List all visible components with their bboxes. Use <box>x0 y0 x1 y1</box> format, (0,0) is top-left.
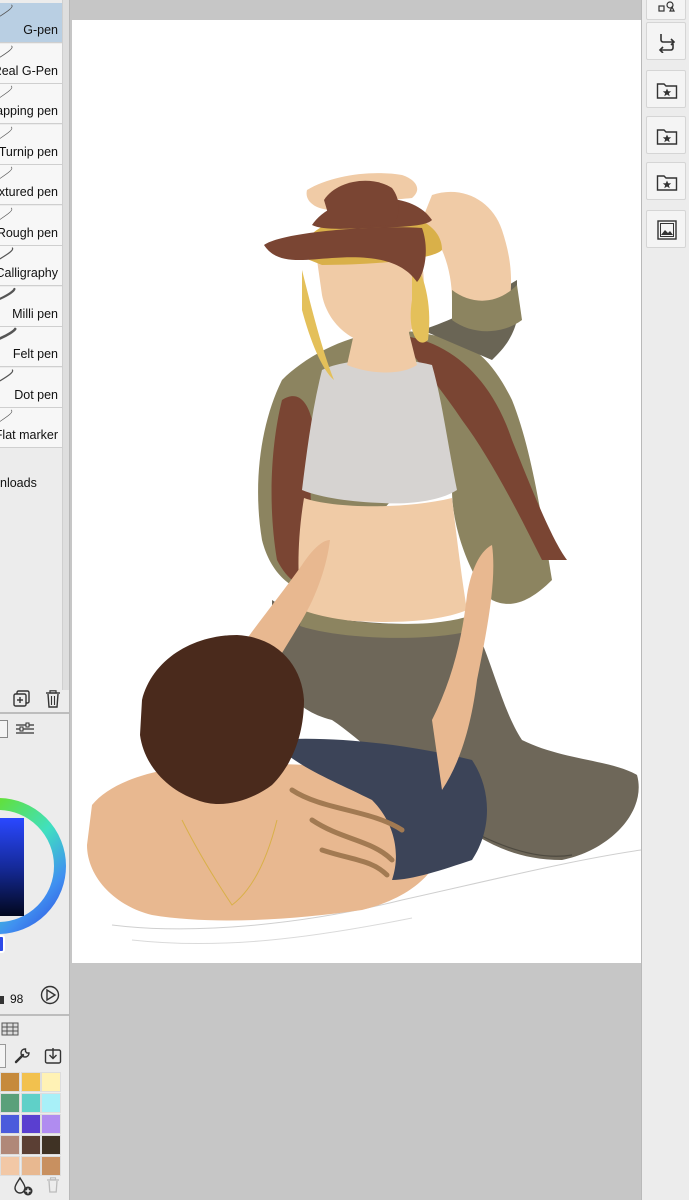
brush-item-label: Rough pen <box>0 225 58 240</box>
brush-item-label: Calligraphy <box>0 266 58 280</box>
brush-item[interactable]: G-pen <box>0 3 62 43</box>
brush-stroke-preview <box>0 247 14 260</box>
star-folder-icon <box>656 83 678 99</box>
brush-item[interactable]: apping pen <box>0 84 62 124</box>
brush-item-label: xtured pen <box>0 185 58 199</box>
drawing-canvas[interactable] <box>72 20 641 963</box>
color-swatch[interactable] <box>41 1093 61 1113</box>
brush-item[interactable]: xtured pen <box>0 165 62 205</box>
color-wheel[interactable] <box>0 778 68 954</box>
color-swatch[interactable] <box>0 1156 20 1176</box>
color-mode-icon[interactable] <box>40 985 60 1005</box>
artwork-illustration <box>87 173 641 945</box>
brush-item-label: Felt pen <box>12 347 58 361</box>
shapes-icon <box>658 1 675 12</box>
swap-icon <box>658 34 676 53</box>
star-folder-icon <box>656 175 678 191</box>
swap-button[interactable] <box>646 22 686 60</box>
downloads-category[interactable]: nloads <box>0 476 37 490</box>
material-settings-button[interactable] <box>646 0 686 20</box>
color-swatch[interactable] <box>0 1072 20 1092</box>
brush-item-label: apping pen <box>0 104 58 118</box>
brush-stroke-preview <box>0 126 13 139</box>
panel-divider <box>0 1014 69 1016</box>
brush-item[interactable]: Calligraphy <box>0 246 62 286</box>
brush-list-scrollbar[interactable] <box>62 0 69 690</box>
brush-stroke-preview <box>0 327 17 340</box>
color-swatch[interactable] <box>41 1135 61 1155</box>
brush-item[interactable]: Real G-Pen <box>0 43 62 84</box>
brush-item-label: Real G-Pen <box>0 63 58 78</box>
brush-panel: G-pen Real G-Pen apping pen Turnip pen xture… <box>0 0 70 1200</box>
color-swatch[interactable] <box>20 1114 41 1134</box>
wrench-icon[interactable] <box>14 1047 32 1065</box>
canvas-area[interactable] <box>71 0 641 1200</box>
opacity-marker <box>0 996 4 1004</box>
add-color-icon[interactable] <box>12 1176 34 1196</box>
brush-item[interactable]: Milli pen <box>0 286 62 327</box>
brush-item-label: Flat marker <box>0 428 58 442</box>
palette-selector[interactable] <box>0 1044 6 1068</box>
brush-stroke-preview <box>0 4 13 17</box>
star-folder-icon <box>656 129 678 145</box>
brush-item-label: G-pen <box>23 23 58 37</box>
brush-item[interactable]: Rough pen <box>0 205 62 246</box>
download-icon[interactable] <box>44 1047 62 1065</box>
image-icon <box>657 220 677 240</box>
canvas-top-margin <box>71 0 641 20</box>
brush-item[interactable]: Felt pen <box>0 327 62 367</box>
add-brush-icon[interactable] <box>13 690 31 708</box>
brush-stroke-preview <box>0 45 13 58</box>
color-swatch[interactable] <box>41 1072 61 1092</box>
favorite-folder-button-3[interactable] <box>646 162 686 200</box>
tab-color-wheel[interactable] <box>0 720 8 738</box>
brush-item[interactable]: Flat marker <box>0 408 62 448</box>
color-swatch[interactable] <box>20 1135 41 1155</box>
slider-settings-icon[interactable] <box>14 722 36 736</box>
opacity-value: 98 <box>10 992 24 1006</box>
color-swatch[interactable] <box>0 1114 20 1134</box>
panel-divider <box>0 712 69 714</box>
color-swatch[interactable] <box>20 1093 41 1113</box>
color-panel-tabs <box>0 718 69 740</box>
trash-icon[interactable] <box>46 1177 60 1193</box>
brush-item[interactable]: Turnip pen <box>0 124 62 165</box>
brush-stroke-preview <box>0 207 13 220</box>
brush-item-label: Milli pen <box>12 306 58 321</box>
brush-stroke-preview <box>0 368 14 381</box>
right-toolbar <box>641 0 689 1200</box>
brush-stroke-preview <box>0 287 16 300</box>
color-swatch[interactable] <box>20 1156 41 1176</box>
brush-stroke-preview <box>0 409 13 422</box>
color-swatch[interactable] <box>0 1093 20 1113</box>
trash-icon[interactable] <box>45 690 61 708</box>
color-swatch[interactable] <box>20 1072 41 1092</box>
brush-item-label: Dot pen <box>14 387 58 402</box>
palette-thumb-icon[interactable] <box>1 1022 19 1036</box>
brush-list: G-pen Real G-Pen apping pen Turnip pen xture… <box>0 0 62 462</box>
favorite-folder-button-2[interactable] <box>646 116 686 154</box>
color-swatch[interactable] <box>41 1114 61 1134</box>
image-material-button[interactable] <box>646 210 686 248</box>
brush-item-label: Turnip pen <box>0 144 58 159</box>
brush-stroke-preview <box>0 85 13 98</box>
favorite-folder-button-1[interactable] <box>646 70 686 108</box>
color-swatch[interactable] <box>41 1156 61 1176</box>
brush-stroke-preview <box>0 166 13 179</box>
brush-item[interactable]: Dot pen <box>0 367 62 408</box>
color-swatch[interactable] <box>0 1135 20 1155</box>
color-palette <box>0 1072 62 1176</box>
